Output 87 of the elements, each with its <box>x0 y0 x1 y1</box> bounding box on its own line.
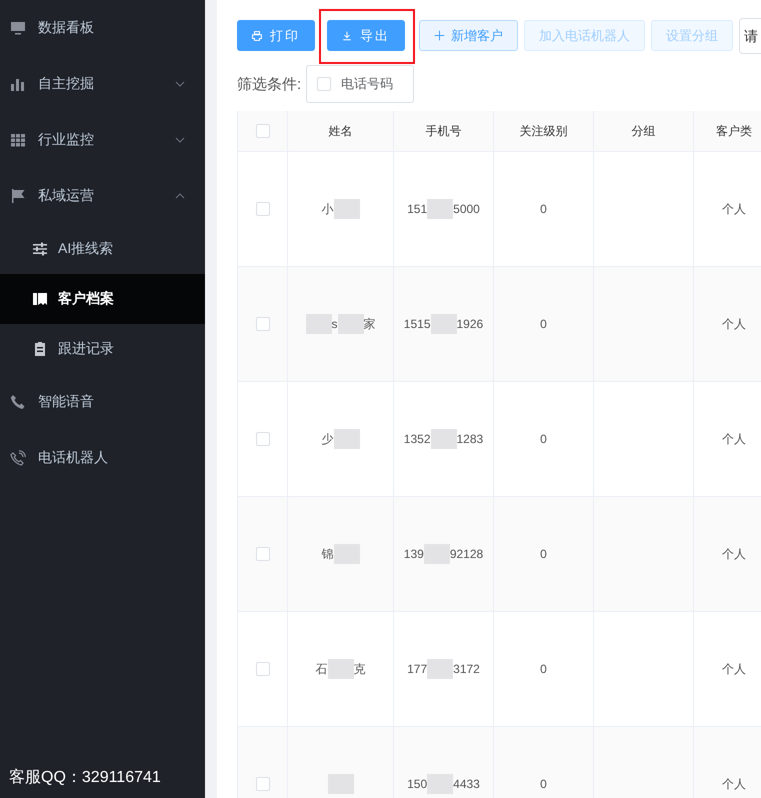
menu-item[interactable]: 电话机器人 <box>0 430 205 486</box>
search-field[interactable]: 请 <box>739 18 761 54</box>
redaction-block <box>334 199 360 219</box>
column-header: 客户类 <box>715 122 753 140</box>
column-header: 手机号 <box>394 111 494 151</box>
clipboard-icon <box>32 341 48 357</box>
submenu-item[interactable]: 客户档案 <box>0 274 205 324</box>
phone-text: 3172 <box>453 662 480 676</box>
redaction-block <box>334 429 360 449</box>
name-text: 石 <box>316 660 328 678</box>
menu-label: 电话机器人 <box>38 449 108 467</box>
menu-label: 私域运营 <box>38 187 94 205</box>
phone-text: 1926 <box>456 317 484 331</box>
table-cell-text: 个人 <box>721 200 747 218</box>
name-text: 克 <box>354 660 366 678</box>
table-cell: 0 <box>494 382 594 496</box>
table-cell-text: 个人 <box>721 430 747 448</box>
menu-item[interactable]: 数据看板 <box>0 0 205 56</box>
column-header: 关注级别 <box>494 111 594 151</box>
table-cell-text: 个人 <box>721 660 747 678</box>
chevron-up-icon <box>175 193 185 199</box>
flag-icon <box>10 188 26 204</box>
menu-label: 自主挖掘 <box>38 75 94 93</box>
redaction-block <box>427 199 454 219</box>
submenu-item[interactable]: 跟进记录 <box>0 324 205 374</box>
phone-text: 151 <box>407 202 428 216</box>
menu-label: 数据看板 <box>38 19 94 37</box>
phone-text: 92128 <box>450 547 484 561</box>
filter-label: 筛选条件: <box>237 74 302 94</box>
bar-chart-icon <box>10 76 26 92</box>
menu-label: AI推线索 <box>58 240 114 258</box>
row-checkbox[interactable] <box>256 547 270 561</box>
menu-label: 跟进记录 <box>58 340 114 358</box>
column-header: 姓名 <box>288 111 394 151</box>
phone-text: 1515 <box>404 317 430 331</box>
menu-label: 行业监控 <box>38 131 94 149</box>
phone-text: 4433 <box>453 777 480 791</box>
chevron-down-icon <box>175 137 185 143</box>
menu-item[interactable]: 行业监控 <box>0 112 205 168</box>
phone-text: 1283 <box>456 432 484 446</box>
menu-item[interactable]: 自主挖掘 <box>0 56 205 112</box>
phone-text: 1352 <box>404 432 430 446</box>
sliders-icon <box>32 241 48 257</box>
row-checkbox[interactable] <box>256 777 270 791</box>
menu-item[interactable]: 私域运营 <box>0 168 205 224</box>
select-all-checkbox[interactable] <box>256 124 270 138</box>
checkbox-label: 电话号码 <box>341 75 394 93</box>
grid-icon <box>10 132 26 148</box>
download-icon <box>342 30 352 42</box>
table-cell: 0 <box>494 152 594 266</box>
phone-text: 5000 <box>453 202 480 216</box>
name-text: 小 <box>322 200 334 218</box>
support-qq-text: 客服QQ：329116741 <box>8 768 162 788</box>
menu-label: 智能语音 <box>38 393 94 411</box>
redaction-block <box>430 429 456 449</box>
monitor-icon <box>10 20 26 36</box>
table-cell: 0 <box>494 612 594 726</box>
name-text: 少 <box>322 430 334 448</box>
name-text: s <box>332 317 338 331</box>
phone-text: 150 <box>407 777 428 791</box>
column-header: 分组 <box>594 111 694 151</box>
table-cell-text: 个人 <box>721 316 747 332</box>
name-text: 锦 <box>322 546 334 562</box>
table-cell-text: 个人 <box>721 546 747 562</box>
table-cell-text: 个人 <box>721 776 747 792</box>
printer-icon <box>252 30 262 42</box>
phone-text: 139 <box>404 547 424 561</box>
book-icon <box>32 291 48 307</box>
row-checkbox[interactable] <box>256 662 270 676</box>
table-cell: 0 <box>494 727 594 798</box>
redaction-block <box>427 659 454 679</box>
row-checkbox[interactable] <box>256 432 270 446</box>
menu-item[interactable]: 智能语音 <box>0 374 205 430</box>
row-checkbox[interactable] <box>256 317 270 331</box>
redaction-block <box>328 659 354 679</box>
phone-icon <box>10 394 26 410</box>
phone-ringing-icon <box>10 450 26 466</box>
checkbox[interactable] <box>317 77 332 91</box>
row-checkbox[interactable] <box>256 202 270 216</box>
chevron-down-icon <box>175 81 185 87</box>
table-cell: 0 <box>494 497 594 611</box>
menu-label: 客户档案 <box>58 290 114 308</box>
table-cell: 0 <box>494 267 594 381</box>
phone-text: 177 <box>407 662 428 676</box>
name-text: 家 <box>364 316 376 332</box>
submenu-item[interactable]: AI推线索 <box>0 224 205 274</box>
plus-icon <box>434 30 445 41</box>
